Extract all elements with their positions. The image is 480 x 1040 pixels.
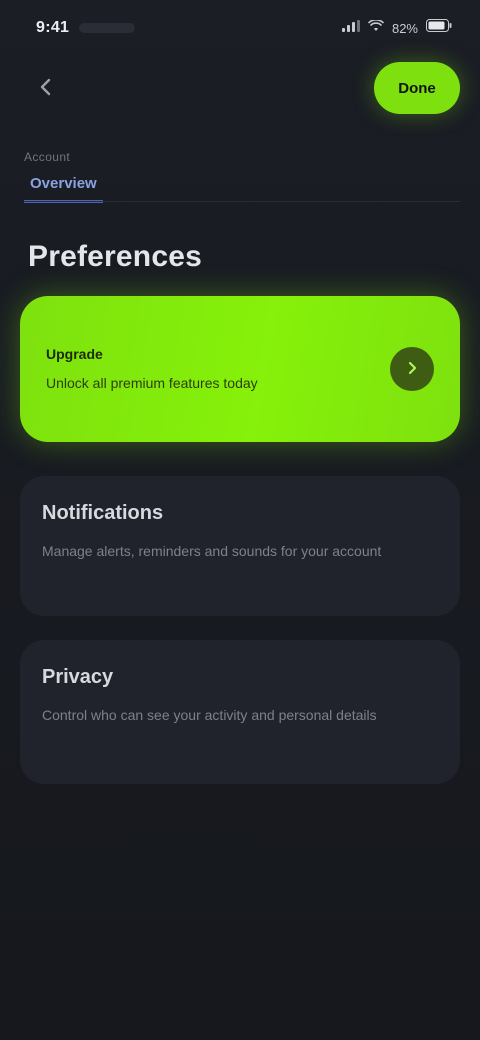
notifications-card[interactable]: Notifications Manage alerts, reminders a… (20, 476, 460, 616)
tab-caption: Account (24, 150, 71, 164)
upgrade-card-subtitle: Unlock all premium features today (46, 374, 258, 391)
privacy-card-body: Control who can see your activity and pe… (42, 707, 377, 723)
back-button[interactable] (26, 68, 66, 108)
status-right: 82% (341, 19, 452, 37)
top-app-bar: Done (0, 58, 480, 118)
tab-bar: Account Overview (24, 150, 460, 206)
upgrade-card[interactable]: Upgrade Unlock all premium features toda… (20, 296, 460, 442)
tab-overview[interactable]: Overview (24, 174, 103, 203)
status-left: 9:41 (36, 19, 136, 37)
section-title: Preferences (28, 240, 202, 273)
signal-icon (341, 19, 360, 37)
privacy-card[interactable]: Privacy Control who can see your activit… (20, 640, 460, 784)
app-screen: 9:41 82% Done Account Overview Preferenc… (0, 0, 480, 1040)
arrow-right-icon (403, 359, 421, 380)
upgrade-card-text: Upgrade Unlock all premium features toda… (46, 346, 258, 393)
upgrade-card-label: Upgrade (46, 345, 103, 362)
notifications-card-title: Notifications (42, 502, 164, 524)
arrow-left-icon (35, 76, 57, 101)
tab-divider (24, 201, 460, 202)
tab-row: Overview (24, 174, 460, 203)
notifications-card-body: Manage alerts, reminders and sounds for … (42, 543, 382, 559)
status-notification-placeholder (79, 23, 136, 33)
battery-icon (426, 19, 452, 37)
status-time: 9:41 (36, 19, 70, 36)
battery-percentage: 82% (391, 20, 418, 36)
status-bar: 9:41 82% (0, 0, 480, 56)
upgrade-card-button[interactable] (390, 347, 434, 391)
wifi-icon (367, 19, 385, 37)
privacy-card-title: Privacy (42, 666, 114, 688)
done-button[interactable]: Done (374, 62, 460, 114)
